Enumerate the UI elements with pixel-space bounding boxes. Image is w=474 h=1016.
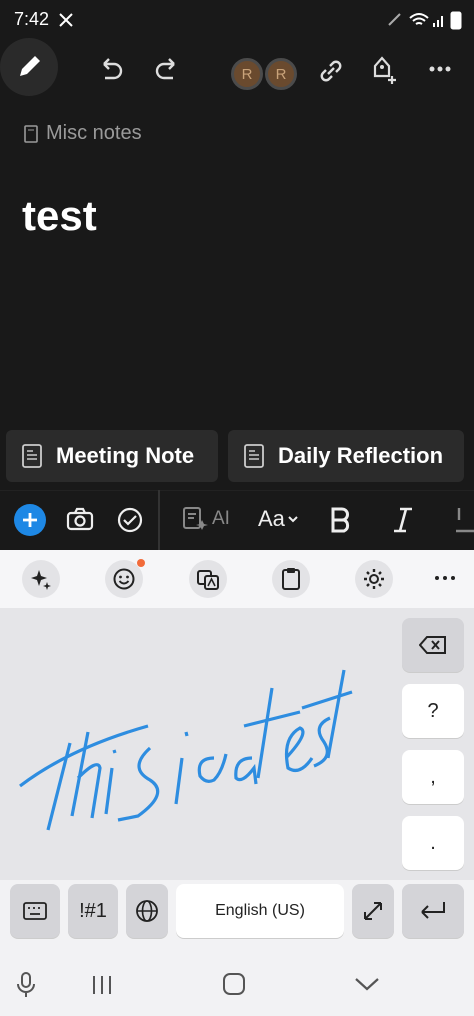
page-title[interactable]: test: [22, 192, 97, 240]
expand-icon: [364, 902, 382, 920]
emoji-icon: [113, 568, 135, 590]
text-style-button[interactable]: Aa: [258, 506, 298, 532]
italic-icon[interactable]: [390, 506, 416, 534]
language-key[interactable]: [126, 884, 168, 938]
notification-dot: [137, 559, 145, 567]
gear-icon: [364, 569, 384, 589]
redo-icon[interactable]: [152, 55, 182, 85]
space-key[interactable]: English (US): [176, 884, 344, 938]
enter-icon: [421, 902, 445, 919]
keyboard-toolbar: [0, 550, 474, 608]
more-icon[interactable]: [434, 574, 456, 582]
status-bar: 7:42: [0, 0, 474, 40]
status-time: 7:42: [14, 9, 50, 29]
battery-icon: [450, 11, 462, 30]
wifi-icon: [409, 13, 429, 25]
template-label: Meeting Note: [56, 443, 195, 468]
avatar[interactable]: R: [265, 58, 297, 90]
template-label: Daily Reflection: [278, 443, 444, 468]
add-block-button[interactable]: [14, 504, 46, 536]
toolbar-divider: [158, 490, 160, 550]
clipboard-icon: [282, 568, 300, 590]
backspace-key[interactable]: [402, 618, 464, 672]
signal-icon: [433, 16, 443, 27]
recent-apps-icon[interactable]: [90, 974, 114, 996]
template-icon: [22, 444, 42, 468]
breadcrumb[interactable]: Misc notes: [24, 122, 142, 145]
plus-icon: [23, 513, 37, 527]
pencil-icon: [20, 56, 40, 76]
link-icon[interactable]: [316, 56, 346, 86]
pen-status-icon: [388, 13, 401, 26]
chevron-down-icon: [288, 516, 298, 523]
ai-icon: [183, 507, 208, 530]
bold-icon[interactable]: [328, 506, 354, 534]
avatar[interactable]: R: [231, 58, 263, 90]
enter-key[interactable]: [402, 884, 464, 938]
comma-key[interactable]: ,: [402, 750, 464, 804]
question-key[interactable]: ?: [402, 684, 464, 738]
camera-icon[interactable]: [66, 506, 94, 532]
breadcrumb-label: Misc notes: [46, 122, 142, 144]
ai-button[interactable]: AI: [182, 506, 230, 532]
sparkle-icon: [31, 570, 51, 590]
backspace-icon: [419, 636, 446, 654]
keyboard-switch-key[interactable]: [10, 884, 60, 938]
pen-mode-button[interactable]: [0, 38, 58, 96]
clipboard-button[interactable]: [272, 560, 310, 598]
more-icon[interactable]: [428, 64, 452, 74]
globe-icon: [136, 900, 158, 922]
ai-sparkle-button[interactable]: [22, 560, 60, 598]
edit-off-icon: [59, 13, 73, 27]
chevron-down-icon[interactable]: [354, 976, 380, 992]
handwriting-text: This is a test: [0, 608, 1, 609]
resize-key[interactable]: [352, 884, 394, 938]
undo-icon[interactable]: [96, 55, 126, 85]
microphone-icon[interactable]: [16, 972, 36, 998]
template-daily-reflection[interactable]: Daily Reflection: [228, 430, 464, 482]
ai-label: AI: [212, 508, 230, 529]
share-add-icon[interactable]: [370, 54, 400, 86]
translate-button[interactable]: [189, 560, 227, 598]
keyboard-icon: [23, 902, 47, 920]
text-style-label: Aa: [258, 506, 285, 531]
template-icon: [244, 444, 264, 468]
page-icon: [24, 124, 38, 143]
template-meeting-note[interactable]: Meeting Note: [6, 430, 218, 482]
home-icon[interactable]: [222, 972, 246, 996]
settings-button[interactable]: [355, 560, 393, 598]
underline-icon[interactable]: [454, 506, 474, 534]
symbols-key[interactable]: !#1: [68, 884, 118, 938]
translate-icon: [197, 570, 219, 590]
checkbox-icon[interactable]: [116, 506, 144, 534]
period-key[interactable]: .: [402, 816, 464, 870]
